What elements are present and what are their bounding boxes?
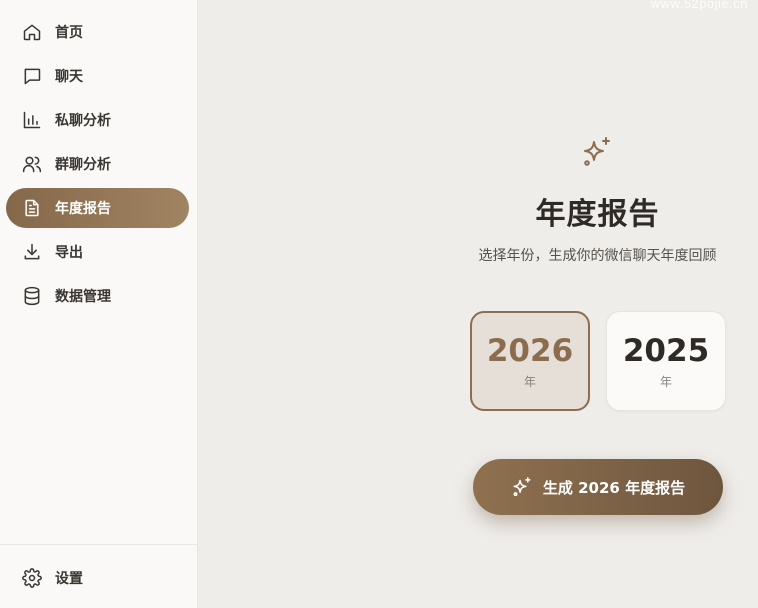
- download-icon: [22, 242, 42, 262]
- year-unit: 年: [523, 374, 536, 389]
- bar-chart-icon: [22, 110, 42, 130]
- sidebar-item-home[interactable]: 首页: [6, 12, 189, 52]
- year-unit: 年: [659, 374, 672, 389]
- sparkles-icon: [511, 476, 533, 498]
- page-title: 年度报告: [535, 197, 660, 232]
- sidebar-item-label: 导出: [55, 245, 83, 261]
- year-option-2026[interactable]: 2026 年: [470, 311, 590, 411]
- sidebar-item-annual-report[interactable]: 年度报告: [6, 188, 189, 228]
- sidebar-item-chat[interactable]: 聊天: [6, 56, 189, 96]
- sidebar-item-label: 私聊分析: [55, 113, 111, 129]
- sidebar-item-label: 设置: [55, 571, 83, 587]
- sidebar-item-export[interactable]: 导出: [6, 232, 189, 272]
- database-icon: [22, 286, 42, 306]
- generate-button-label: 生成 2026 年度报告: [542, 478, 686, 497]
- sidebar-item-settings[interactable]: 设置: [6, 558, 189, 598]
- sidebar-item-group-analysis[interactable]: 群聊分析: [6, 144, 189, 184]
- sparkles-icon: [580, 135, 614, 169]
- gear-icon: [22, 568, 42, 588]
- sidebar: 首页 聊天 私聊分析 群聊分析 年度报告 导出 数据管理 设置: [0, 0, 198, 608]
- year-value: 2026: [486, 332, 574, 369]
- sidebar-item-label: 年度报告: [55, 201, 111, 217]
- document-icon: [22, 198, 42, 218]
- sidebar-item-label: 首页: [55, 25, 83, 41]
- chat-bubble-icon: [22, 66, 42, 86]
- sidebar-item-label: 聊天: [55, 69, 83, 85]
- sidebar-divider: [0, 544, 198, 545]
- sidebar-item-label: 群聊分析: [55, 157, 111, 173]
- users-icon: [22, 154, 42, 174]
- sidebar-item-data-management[interactable]: 数据管理: [6, 276, 189, 316]
- sidebar-item-label: 数据管理: [55, 289, 111, 305]
- year-option-2025[interactable]: 2025 年: [606, 311, 726, 411]
- year-value: 2025: [622, 332, 710, 369]
- page-subtitle: 选择年份，生成你的微信聊天年度回顾: [478, 248, 717, 264]
- watermark: www.52pojie.cn: [650, 0, 748, 11]
- home-icon: [22, 22, 42, 42]
- sidebar-item-private-analysis[interactable]: 私聊分析: [6, 100, 189, 140]
- generate-report-button[interactable]: 生成 2026 年度报告: [473, 459, 723, 515]
